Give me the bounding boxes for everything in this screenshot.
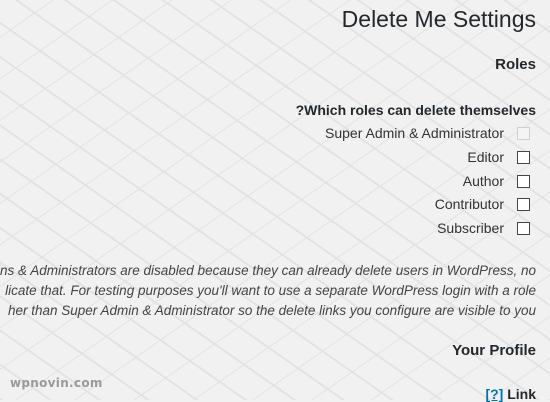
description-line: licate that. For testing purposes you'll… bbox=[5, 283, 536, 298]
description-line: ins & Administrators are disabled becaus… bbox=[0, 263, 536, 278]
role-label-contributor[interactable]: Contributor bbox=[435, 196, 504, 212]
role-checkbox-author[interactable] bbox=[517, 174, 530, 188]
page-title: Delete Me Settings bbox=[341, 6, 536, 32]
role-checkbox-editor[interactable] bbox=[517, 150, 530, 164]
role-row-subscriber: Subscriber bbox=[437, 218, 530, 238]
role-label-editor[interactable]: Editor bbox=[467, 149, 504, 165]
role-label-subscriber[interactable]: Subscriber bbox=[437, 220, 504, 236]
roles-question: ?Which roles can delete themselves bbox=[295, 102, 536, 118]
role-label-super-admin: Super Admin & Administrator bbox=[325, 125, 504, 141]
role-row-editor: Editor bbox=[467, 147, 530, 167]
role-checkbox-super-admin bbox=[517, 126, 530, 140]
role-row-contributor: Contributor bbox=[435, 194, 530, 214]
roles-heading: Roles bbox=[495, 56, 536, 73]
role-row-super-admin: Super Admin & Administrator bbox=[325, 123, 530, 143]
site-watermark: wpnovin.com bbox=[10, 376, 103, 390]
your-profile-heading: Your Profile bbox=[452, 342, 536, 359]
roles-description: ins & Administrators are disabled becaus… bbox=[0, 261, 536, 321]
role-checkbox-contributor[interactable] bbox=[517, 197, 530, 211]
role-label-author[interactable]: Author bbox=[463, 173, 504, 189]
description-line: her than Super Admin & Administrator so … bbox=[7, 303, 536, 318]
role-row-author: Author bbox=[463, 171, 530, 191]
role-checkbox-subscriber[interactable] bbox=[517, 221, 530, 235]
